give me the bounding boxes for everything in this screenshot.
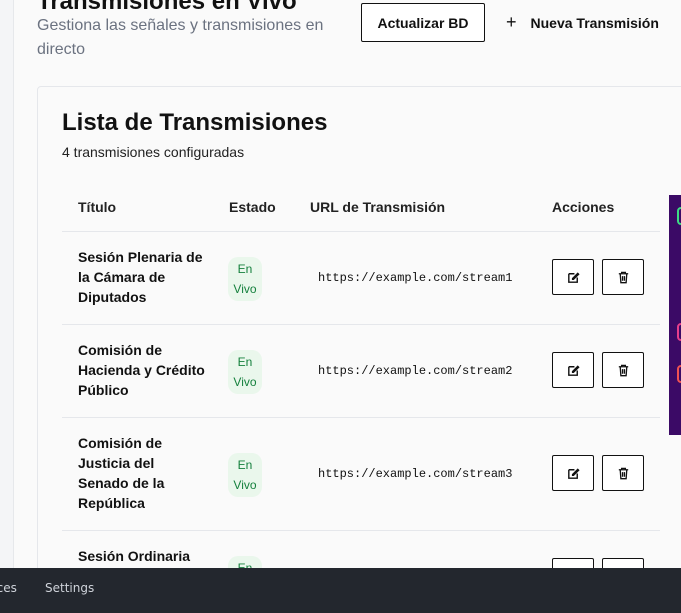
trash-icon (618, 271, 628, 283)
side-extension-panel[interactable] (669, 195, 681, 435)
status-badge: En Vivo (228, 453, 262, 497)
edit-button[interactable] (552, 352, 594, 388)
edit-icon (567, 364, 580, 376)
row-title: Comisión de Justicia del Senado de la Re… (78, 435, 165, 511)
status-badge: En Vivo (228, 556, 262, 568)
new-stream-label: Nueva Transmisión (530, 14, 659, 31)
page-subtitle: Gestiona las señales y transmisiones en … (37, 17, 324, 58)
column-header-actions: Acciones (552, 199, 615, 215)
edit-icon (567, 467, 580, 479)
edit-icon (567, 271, 580, 283)
delete-button[interactable] (602, 259, 644, 295)
stream-url: https://example.com/stream2 (318, 364, 513, 378)
main-page: Transmisiones en Vivo Gestiona las señal… (14, 0, 681, 568)
refresh-db-button[interactable]: Actualizar BD (361, 3, 485, 42)
table-row: Comisión de Justicia del Senado de la Re… (62, 418, 660, 531)
trash-icon (618, 467, 628, 479)
new-stream-button[interactable]: + Nueva Transmisión (506, 3, 659, 42)
column-header-status: Estado (229, 199, 276, 215)
row-title: Sesión Ordinaria (78, 548, 191, 564)
trash-icon (618, 364, 628, 376)
app-icon (677, 365, 681, 383)
status-badge: En Vivo (228, 350, 262, 394)
table-row: Comisión de Hacienda y Crédito Público E… (62, 325, 660, 418)
delete-button[interactable] (602, 558, 644, 568)
plus-icon: + (506, 12, 517, 32)
edit-button[interactable] (552, 558, 594, 568)
column-header-url: URL de Transmisión (310, 199, 446, 215)
table-row: Sesión Plenaria de la Cámara de Diputado… (62, 232, 660, 325)
bottom-taskbar: rces Settings (0, 568, 681, 613)
streams-table: Título Estado URL de Transmisión Accione… (62, 185, 660, 568)
status-badge: En Vivo (228, 257, 262, 301)
chat-icon (677, 207, 681, 225)
row-title: Sesión Plenaria de la Cámara de Diputado… (78, 249, 203, 305)
edit-button[interactable] (552, 259, 594, 295)
stream-url: https://example.com/stream3 (318, 467, 513, 481)
column-header-title: Título (78, 199, 117, 215)
card-subtitle: 4 transmisiones configuradas (62, 144, 245, 160)
left-rail (0, 0, 14, 568)
table-row: Sesión Ordinaria En Vivo (62, 531, 660, 568)
delete-button[interactable] (602, 455, 644, 491)
row-title: Comisión de Hacienda y Crédito Público (78, 342, 205, 398)
card-title: Lista de Transmisiones (62, 109, 328, 136)
tab-settings[interactable]: Settings (45, 581, 94, 595)
app-icon (677, 323, 681, 341)
stream-url: https://example.com/stream1 (318, 271, 513, 285)
tab-resources[interactable]: rces (0, 581, 17, 595)
delete-button[interactable] (602, 352, 644, 388)
edit-button[interactable] (552, 455, 594, 491)
streams-card: Lista de Transmisiones 4 transmisiones c… (37, 86, 681, 568)
table-header: Título Estado URL de Transmisión Accione… (62, 185, 660, 232)
